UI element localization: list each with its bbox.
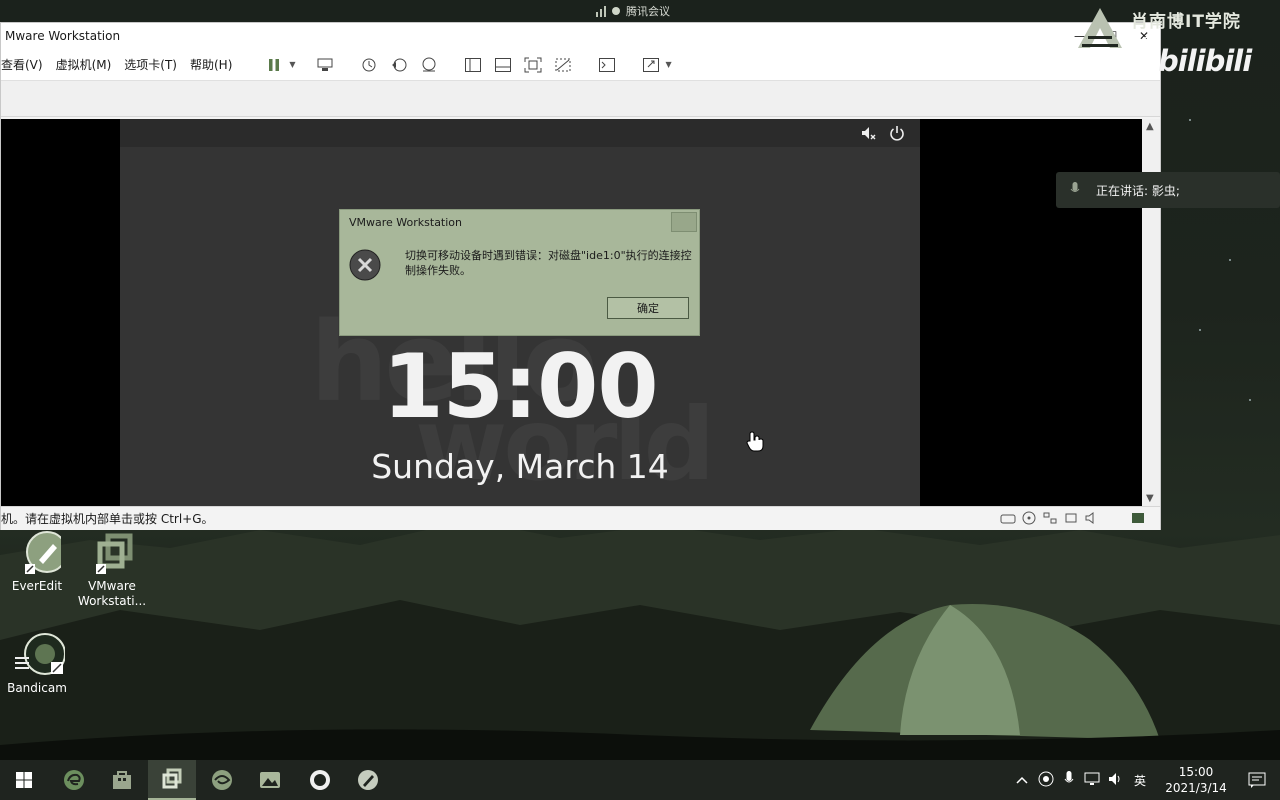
- taskbar-store[interactable]: [98, 760, 146, 800]
- vmware-titlebar[interactable]: Mware Workstation: [1, 23, 1160, 49]
- error-dialog: VMware Workstation 切换可移动设备时遇到错误：对磁盘"ide1…: [339, 209, 700, 336]
- scroll-up-icon[interactable]: ▲: [1146, 121, 1154, 132]
- dialog-title: VMware Workstation: [349, 216, 463, 229]
- desktop-icon-everedit[interactable]: EverEdit: [2, 530, 72, 594]
- sound-card-icon[interactable]: [1084, 511, 1100, 525]
- tab-bar: [1, 81, 1160, 117]
- meeting-bar[interactable]: 腾讯会议: [596, 0, 736, 22]
- taskbar-app-swirl[interactable]: [198, 760, 246, 800]
- usb-icon[interactable]: [1063, 511, 1079, 525]
- taskbar-everedit[interactable]: [344, 760, 392, 800]
- vm-display[interactable]: hello world 15:00 Sunday, March 14 VMwar…: [1, 119, 1142, 506]
- taskbar-clock[interactable]: 15:00 2021/3/14: [1156, 764, 1236, 796]
- menu-help[interactable]: 帮助(H): [190, 56, 241, 73]
- bilibili-logo: bilibili: [1158, 44, 1252, 78]
- notification-icon[interactable]: [1248, 772, 1266, 792]
- lock-clock: 15:00: [382, 335, 658, 438]
- guest-lock-screen[interactable]: hello world 15:00 Sunday, March 14 VMwar…: [120, 119, 920, 506]
- lock-date: Sunday, March 14: [371, 447, 669, 486]
- dialog-message: 切换可移动设备时遇到错误：对磁盘"ide1:0"执行的连接控制操作失败。: [405, 249, 692, 277]
- clock-date: 2021/3/14: [1165, 781, 1227, 795]
- thumbnail-bar-icon[interactable]: [491, 53, 515, 77]
- power-icon[interactable]: [888, 124, 906, 146]
- message-log-icon[interactable]: [1130, 511, 1146, 525]
- snapshot-manager-icon[interactable]: [417, 53, 441, 77]
- icon-label: VMware Workstati...: [77, 579, 147, 608]
- unity-mode-icon[interactable]: [551, 53, 575, 77]
- meeting-title: 腾讯会议: [626, 5, 670, 18]
- school-subtitle: Kn: [1134, 33, 1150, 47]
- scroll-down-icon[interactable]: ▼: [1146, 493, 1154, 504]
- stretch-icon[interactable]: [639, 53, 663, 77]
- chevron-down-icon[interactable]: ▼: [289, 60, 295, 69]
- window-title: Mware Workstation: [5, 29, 121, 43]
- speaker-panel: 正在讲话: 影虫;: [1056, 172, 1280, 208]
- menu-toolbar: 查看(V) 虚拟机(M) 选项卡(T) 帮助(H) ▼ ▼: [1, 49, 1160, 81]
- windows-icon: [16, 772, 32, 788]
- edge-browser-icon: [64, 770, 84, 790]
- chevron-up-icon[interactable]: [1016, 773, 1028, 787]
- mouse-cursor-icon: [746, 431, 764, 457]
- taskbar-edge[interactable]: [50, 760, 98, 800]
- chevron-down-icon[interactable]: ▼: [666, 60, 672, 69]
- taskbar-photos[interactable]: [246, 760, 294, 800]
- signal-icon: [596, 5, 606, 17]
- record-icon: [310, 770, 330, 790]
- console-icon[interactable]: [595, 53, 619, 77]
- network-icon[interactable]: [1084, 772, 1100, 789]
- school-logo-icon: [1070, 6, 1130, 54]
- menu-vm[interactable]: 虚拟机(M): [56, 56, 121, 73]
- pause-icon[interactable]: [262, 53, 286, 77]
- volume-icon[interactable]: [1108, 772, 1124, 789]
- volume-muted-icon[interactable]: [860, 124, 878, 146]
- school-name: 肖南博IT学院: [1131, 12, 1241, 32]
- everedit-icon: [25, 531, 68, 574]
- menu-view[interactable]: 查看(V): [1, 56, 52, 73]
- taskbar-record[interactable]: [296, 760, 344, 800]
- taskbar: 英 15:00 2021/3/14: [0, 760, 1280, 800]
- speaker-text: 正在讲话: 影虫;: [1096, 183, 1180, 198]
- meeting-dot-icon: [612, 7, 620, 15]
- network-icon[interactable]: [1042, 511, 1058, 525]
- menu-tabs[interactable]: 选项卡(T): [124, 56, 186, 73]
- microphone-icon: [1070, 181, 1080, 199]
- desktop-icon-bandicam[interactable]: Bandicam: [2, 632, 72, 696]
- guest-top-bar: [120, 119, 920, 147]
- microphone-icon[interactable]: [1064, 770, 1074, 790]
- cd-drive-icon[interactable]: [1021, 511, 1037, 525]
- sidebar-view-icon[interactable]: [461, 53, 485, 77]
- store-icon: [113, 771, 131, 789]
- ok-button[interactable]: 确定: [607, 297, 689, 319]
- system-tray: 英 15:00 2021/3/14: [1016, 760, 1280, 800]
- meeting-tray-icon[interactable]: [1038, 771, 1054, 790]
- status-bar: 机。请在虚拟机内部单击或按 Ctrl+G。: [1, 506, 1160, 530]
- swirl-app-icon: [212, 770, 232, 790]
- clock-time: 15:00: [1178, 765, 1214, 779]
- vmware-icon: [162, 768, 182, 789]
- input-method-indicator[interactable]: 英: [1134, 772, 1146, 789]
- revert-snapshot-icon[interactable]: [387, 53, 411, 77]
- everedit-icon: [358, 770, 378, 790]
- photos-icon: [260, 772, 280, 788]
- hard-disk-icon[interactable]: [1000, 511, 1016, 525]
- desktop-icon-vmware[interactable]: VMware Workstati...: [77, 530, 147, 609]
- error-icon: [348, 248, 382, 286]
- full-screen-icon[interactable]: [521, 53, 545, 77]
- start-button[interactable]: [0, 760, 48, 800]
- bandicam-icon: [15, 633, 66, 675]
- send-ctrl-alt-del-icon[interactable]: [313, 53, 337, 77]
- icon-label: EverEdit: [11, 579, 63, 593]
- vmware-icon: [96, 533, 133, 574]
- vmware-window: Mware Workstation — ☐ ✕ 查看(V) 虚拟机(M) 选项卡…: [0, 22, 1161, 530]
- icon-label: Bandicam: [7, 681, 67, 695]
- taskbar-vmware[interactable]: [148, 760, 196, 800]
- status-text: 机。请在虚拟机内部单击或按 Ctrl+G。: [1, 512, 214, 526]
- dialog-close-button[interactable]: [671, 212, 697, 232]
- snapshot-icon[interactable]: [357, 53, 381, 77]
